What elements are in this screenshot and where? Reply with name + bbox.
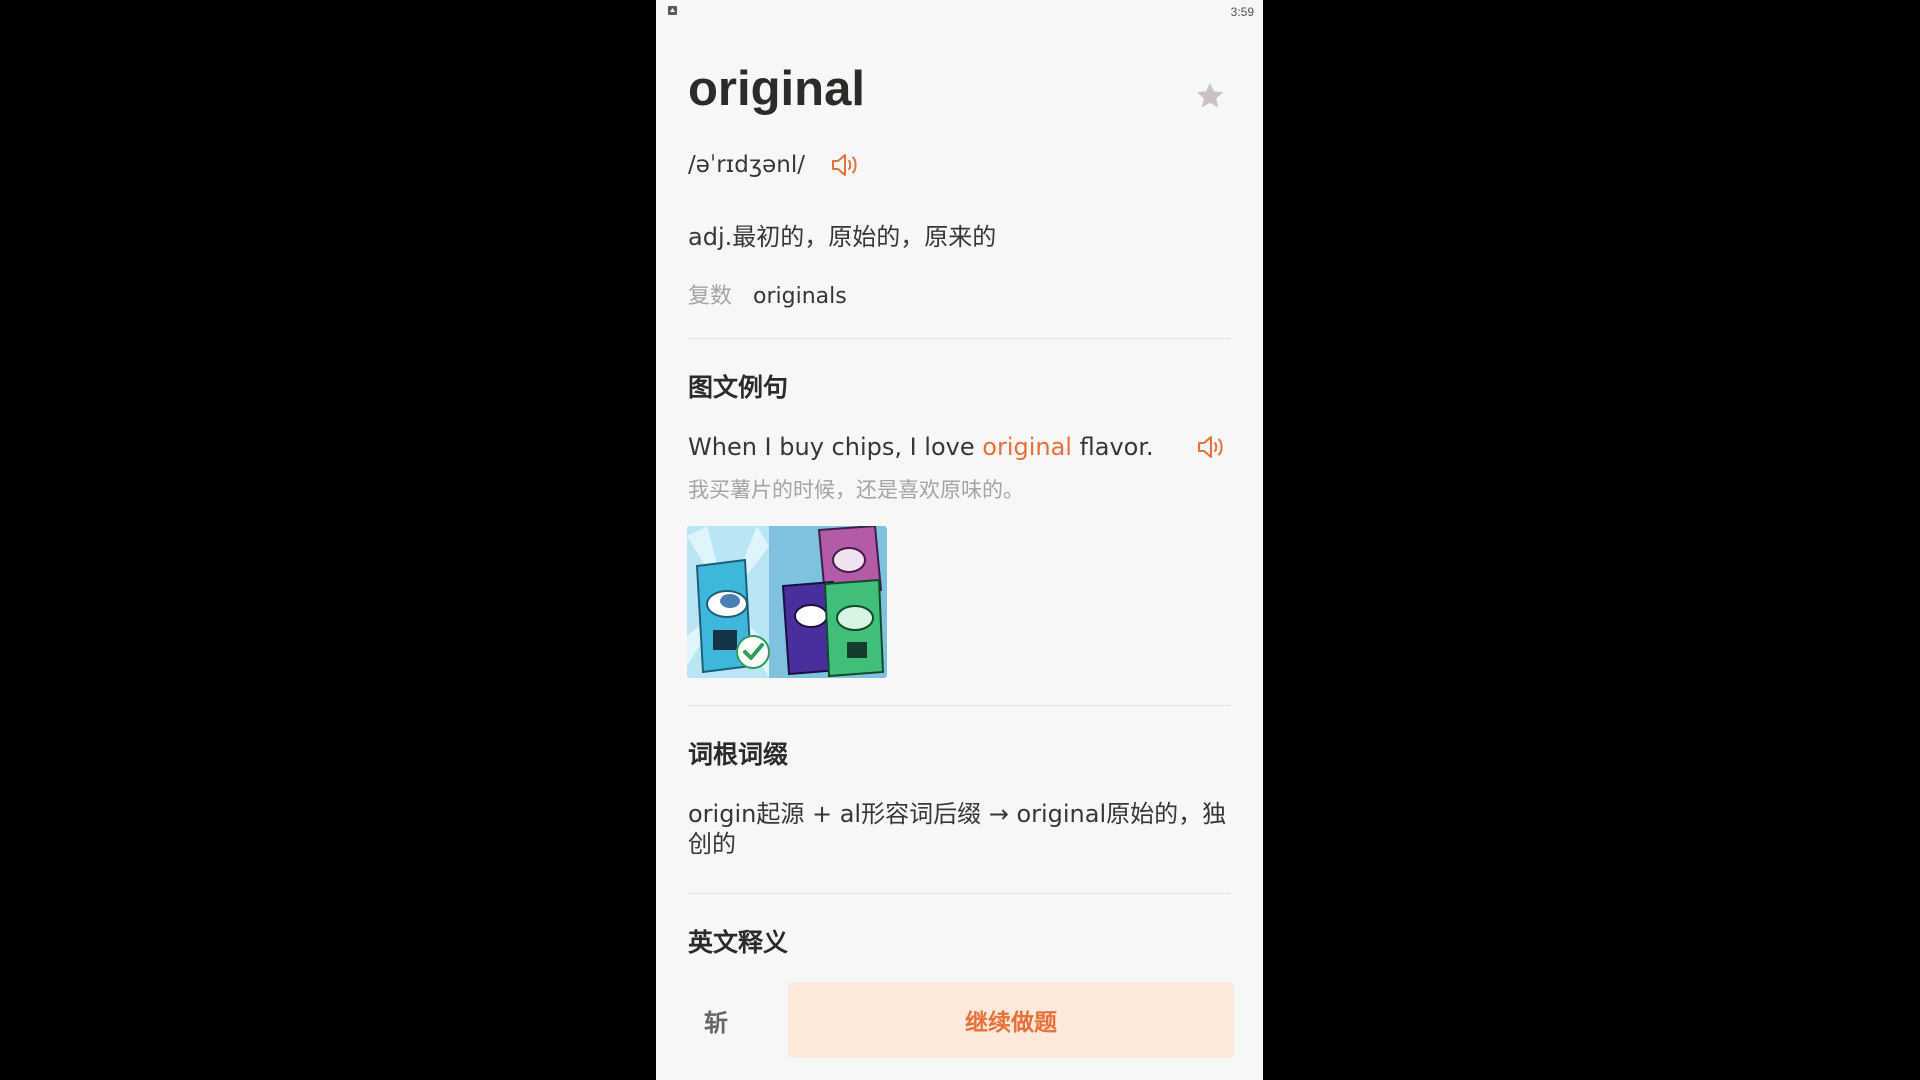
example-image[interactable] bbox=[687, 526, 887, 678]
english-section-title: 英文释义 bbox=[688, 928, 789, 957]
speaker-icon[interactable] bbox=[1196, 434, 1226, 460]
status-bar: 3:59 bbox=[656, 0, 1263, 24]
example-section-title: 图文例句 bbox=[688, 373, 789, 402]
plural-form: 复数 originals bbox=[688, 278, 847, 310]
example-highlight-word: original bbox=[982, 433, 1072, 461]
speaker-icon[interactable] bbox=[830, 152, 860, 178]
bottom-action-bar: 斩 继续做题 bbox=[656, 970, 1263, 1080]
app-screen: 3:59 original /əˈrɪdʒənl/ adj.最初的，原始的，原来… bbox=[656, 0, 1263, 1080]
chop-button[interactable]: 斩 bbox=[686, 990, 746, 1050]
phonetic: /əˈrɪdʒənl/ bbox=[688, 152, 805, 178]
divider bbox=[688, 338, 1231, 339]
example-translation: 我买薯片的时候，还是喜欢原味的。 bbox=[688, 478, 1024, 502]
divider bbox=[688, 705, 1231, 706]
notification-icon bbox=[668, 6, 677, 15]
plural-value: originals bbox=[753, 284, 847, 309]
root-affix-text: origin起源 + al形容词后缀 → original原始的，独创的 bbox=[688, 800, 1227, 858]
example-sentence-end: flavor. bbox=[1071, 433, 1154, 461]
plural-label: 复数 bbox=[688, 284, 733, 309]
continue-button[interactable]: 继续做题 bbox=[788, 982, 1234, 1058]
star-icon[interactable] bbox=[1194, 80, 1226, 112]
divider bbox=[688, 893, 1231, 894]
definition: adj.最初的，原始的，原来的 bbox=[688, 223, 997, 251]
status-time: 3:59 bbox=[1230, 5, 1254, 19]
example-sentence-start: When I buy chips, I love bbox=[688, 433, 983, 461]
example-sentence: When I buy chips, I love original flavor… bbox=[688, 433, 1154, 461]
root-section-title: 词根词缀 bbox=[688, 740, 789, 769]
headword: original bbox=[688, 62, 865, 116]
